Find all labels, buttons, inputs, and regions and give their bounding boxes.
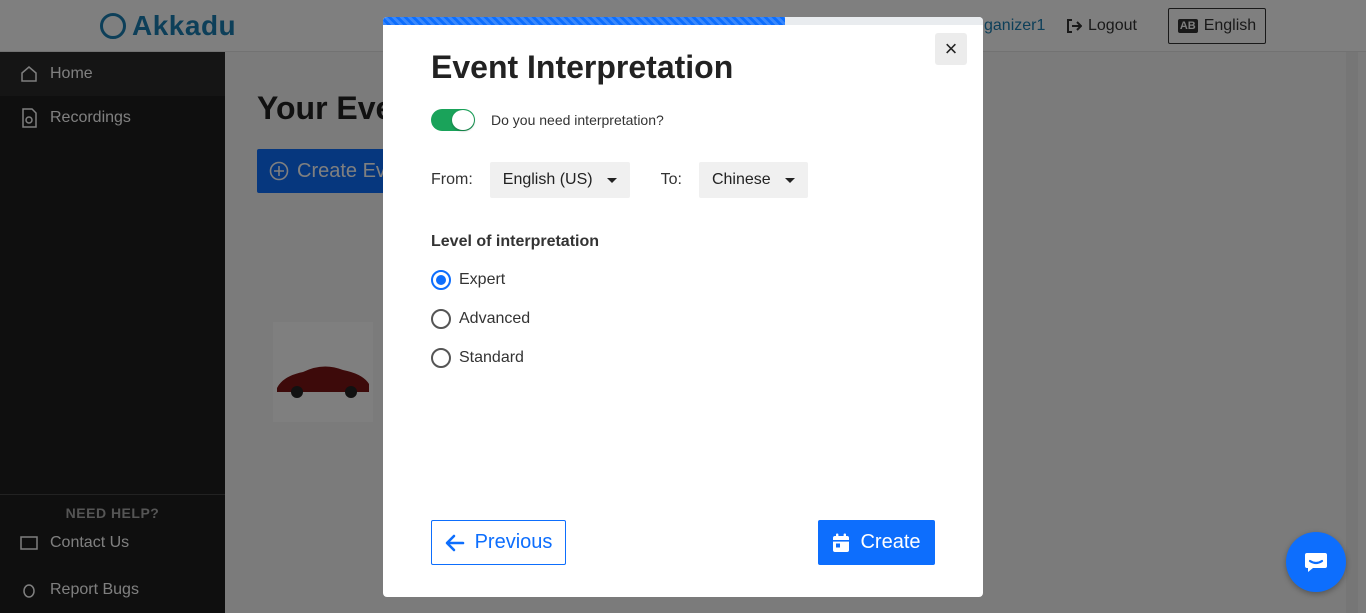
level-option-advanced[interactable]: Advanced	[431, 309, 530, 329]
level-option-standard[interactable]: Standard	[431, 348, 524, 368]
chevron-down-icon	[784, 177, 795, 183]
to-label: To:	[660, 171, 682, 188]
from-language-value: English (US)	[502, 171, 593, 188]
arrow-left-icon	[445, 534, 464, 551]
chevron-down-icon	[606, 177, 617, 183]
toggle-label: Do you need interpretation?	[491, 112, 664, 128]
radio-advanced[interactable]	[431, 309, 451, 329]
progress-fill	[383, 17, 785, 25]
previous-label: Previous	[474, 531, 553, 553]
to-language-value: Chinese	[711, 171, 771, 188]
interpretation-toggle[interactable]	[431, 109, 475, 131]
level-option-label: Standard	[459, 349, 524, 366]
interpretation-modal: × Event Interpretation Do you need inter…	[383, 17, 983, 597]
radio-standard[interactable]	[431, 348, 451, 368]
toggle-knob	[452, 110, 474, 130]
radio-expert[interactable]	[431, 270, 451, 290]
create-button[interactable]: Create	[818, 520, 935, 565]
level-option-label: Expert	[459, 271, 506, 288]
close-icon: ×	[944, 36, 958, 61]
level-option-expert[interactable]: Expert	[431, 270, 505, 290]
create-label: Create	[860, 531, 921, 553]
close-button[interactable]: ×	[935, 33, 967, 65]
from-label: From:	[431, 171, 473, 188]
level-title: Level of interpretation	[431, 233, 600, 250]
chat-button[interactable]	[1286, 532, 1346, 592]
modal-title: Event Interpretation	[431, 49, 734, 85]
previous-button[interactable]: Previous	[431, 520, 566, 565]
calendar-icon	[833, 533, 850, 552]
to-language-select[interactable]: Chinese	[698, 162, 808, 198]
language-pair-row: From: English (US) To: Chinese	[431, 162, 808, 198]
level-option-label: Advanced	[459, 310, 531, 327]
from-language-select[interactable]: English (US)	[489, 162, 630, 198]
progress-bar	[383, 17, 983, 25]
chat-icon	[1305, 553, 1327, 572]
interpretation-toggle-row: Do you need interpretation?	[431, 109, 664, 131]
